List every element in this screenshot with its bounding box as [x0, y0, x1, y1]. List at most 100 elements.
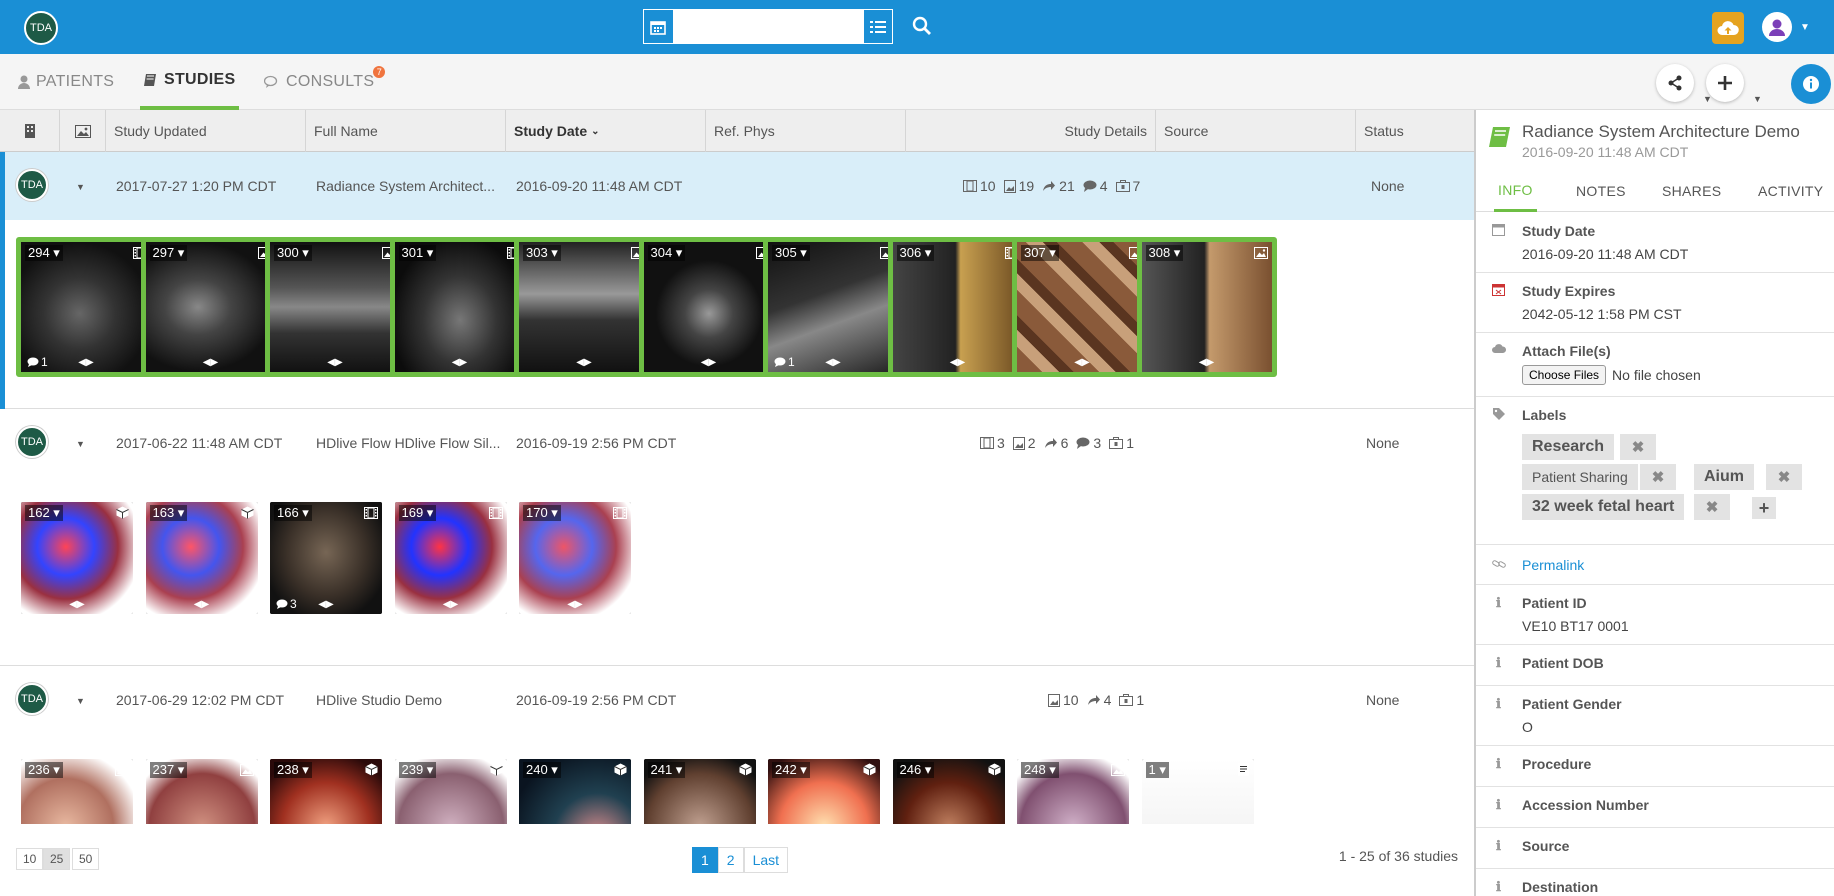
label-chip[interactable]: 32 week fetal heart — [1522, 494, 1685, 520]
arrows-horizontal-icon[interactable]: ◀▶ — [1074, 357, 1089, 368]
arrows-horizontal-icon[interactable]: ◀▶ — [78, 357, 93, 368]
choose-files-button[interactable]: Choose Files — [1522, 365, 1607, 385]
column-study-date[interactable]: Study Date ⌄ — [506, 110, 706, 152]
page-1[interactable]: 1 — [692, 847, 718, 873]
arrows-horizontal-icon[interactable]: ◀▶ — [327, 357, 342, 368]
remove-label-icon[interactable]: ✖ — [1766, 464, 1802, 490]
tab-consults[interactable]: CONSULTS 7 — [264, 54, 386, 110]
thumbnail[interactable]: 238 ▾ — [270, 759, 382, 824]
study-row[interactable]: TDA ▼ 2017-07-27 1:20 PM CDT Radiance Sy… — [0, 152, 1474, 409]
thumbnail[interactable]: 307 ▾ ◀▶ — [1012, 237, 1152, 377]
list-icon[interactable] — [862, 10, 892, 43]
thumbnail[interactable]: 162 ▾ ◀▶ — [21, 502, 133, 614]
column-study-updated[interactable]: Study Updated — [106, 110, 306, 152]
thumbnail[interactable]: 241 ▾ — [643, 759, 756, 824]
thumbnail[interactable]: 303 ▾ ◀▶ — [514, 237, 654, 377]
thumbnail[interactable]: 166 ▾ ◀▶ 3 — [270, 502, 382, 614]
chevron-down-icon[interactable]: ▼ — [76, 439, 85, 449]
chevron-down-icon[interactable]: ▼ — [1753, 94, 1762, 104]
arrows-horizontal-icon[interactable]: ◀▶ — [452, 357, 467, 368]
study-details: 10 19 21 4 7 — [963, 152, 1144, 220]
permalink-link[interactable]: Permalink — [1522, 557, 1584, 573]
arrows-horizontal-icon[interactable]: ◀▶ — [701, 357, 716, 368]
thumbnail[interactable]: 242 ▾ — [768, 759, 880, 824]
column-ref-phys[interactable]: Ref. Phys — [706, 110, 906, 152]
study-details: 3 2 6 3 1 — [980, 409, 1138, 477]
thumbnail[interactable]: 301 ▾ ◀▶ — [389, 237, 530, 377]
thumbnail[interactable]: 306 ▾ ◀▶ — [887, 237, 1028, 377]
thumbnail[interactable]: 308 ▾ ◀▶ — [1136, 237, 1277, 377]
arrows-horizontal-icon[interactable]: ◀▶ — [69, 599, 84, 610]
arrows-horizontal-icon[interactable]: ◀▶ — [567, 599, 582, 610]
user-icon — [18, 75, 30, 89]
page-size-10[interactable]: 10 — [16, 848, 44, 870]
thumbnail[interactable]: 248 ▾ — [1017, 759, 1129, 824]
thumbnail[interactable]: 163 ▾ ◀▶ — [145, 502, 258, 614]
page-size-50[interactable]: 50 — [72, 848, 100, 870]
add-button[interactable] — [1706, 64, 1744, 102]
thumbnail[interactable]: 300 ▾ ◀▶ — [265, 237, 405, 377]
user-avatar[interactable] — [1762, 12, 1792, 42]
thumbnail[interactable]: 237 ▾ — [145, 759, 258, 824]
thumbnail[interactable]: 239 ▾ — [394, 759, 507, 824]
add-label-icon[interactable]: + — [1752, 497, 1776, 519]
study-row[interactable]: TDA ▼ 2017-06-22 11:48 AM CDT HDlive Flo… — [0, 409, 1474, 666]
thumbnail[interactable]: 240 ▾ — [519, 759, 631, 824]
search-input[interactable] — [673, 10, 863, 43]
remove-label-icon[interactable]: ✖ — [1620, 434, 1656, 460]
tab-studies[interactable]: STUDIES — [140, 54, 240, 110]
tab-info[interactable]: INFO — [1494, 170, 1537, 212]
arrows-horizontal-icon[interactable]: ◀▶ — [950, 357, 965, 368]
image-icon — [1003, 179, 1016, 193]
label-chip[interactable]: Research — [1522, 434, 1615, 460]
tab-activity[interactable]: ACTIVITY — [1758, 170, 1823, 212]
label-chip[interactable]: Patient Sharing — [1522, 464, 1638, 490]
remove-label-icon[interactable]: ✖ — [1640, 464, 1676, 490]
arrows-horizontal-icon[interactable]: ◀▶ — [318, 599, 333, 610]
arrows-horizontal-icon[interactable]: ◀▶ — [443, 599, 458, 610]
page-size-25[interactable]: 25 — [43, 848, 71, 870]
arrows-horizontal-icon[interactable]: ◀▶ — [203, 357, 218, 368]
select-all-column[interactable] — [0, 110, 60, 152]
tab-notes[interactable]: NOTES — [1576, 170, 1626, 212]
share-button[interactable] — [1656, 64, 1694, 102]
chevron-down-icon[interactable]: ▼ — [76, 182, 85, 192]
arrows-horizontal-icon[interactable]: ◀▶ — [1199, 357, 1214, 368]
shares-count: 21 — [1059, 178, 1075, 194]
tab-patients[interactable]: PATIENTS — [18, 54, 114, 110]
remove-label-icon[interactable]: ✖ — [1694, 494, 1730, 520]
thumbnail[interactable]: 305 ▾ ◀▶ 1 — [763, 237, 903, 377]
column-status[interactable]: Status — [1356, 110, 1474, 152]
comment-icon — [1083, 180, 1097, 192]
thumbnail-image — [145, 242, 276, 372]
thumbnail[interactable]: 294 ▾ ◀▶ 1 — [16, 237, 156, 377]
column-source[interactable]: Source — [1156, 110, 1356, 152]
arrows-horizontal-icon[interactable]: ◀▶ — [825, 357, 840, 368]
share-arrow-icon — [1087, 695, 1100, 705]
thumbnail[interactable]: 1 ▾ — [1141, 759, 1254, 824]
calendar-icon[interactable] — [644, 10, 674, 43]
column-full-name[interactable]: Full Name — [306, 110, 506, 152]
thumbnail[interactable]: 169 ▾ ◀▶ — [394, 502, 507, 614]
info-button[interactable] — [1791, 64, 1831, 104]
upload-button[interactable] — [1712, 12, 1744, 44]
app-logo[interactable]: TDA — [24, 11, 58, 45]
arrows-horizontal-icon[interactable]: ◀▶ — [576, 357, 591, 368]
page-last[interactable]: Last — [743, 847, 789, 873]
page-2[interactable]: 2 — [717, 847, 744, 873]
column-study-details[interactable]: Study Details — [906, 110, 1156, 152]
study-row[interactable]: TDA ▼ 2017-06-29 12:02 PM CDT HDlive Stu… — [0, 666, 1474, 824]
arrows-horizontal-icon[interactable]: ◀▶ — [194, 599, 209, 610]
thumbnail[interactable]: 304 ▾ ◀▶ — [638, 237, 779, 377]
search-icon[interactable] — [912, 16, 932, 39]
info-icon: ℹ — [1496, 879, 1501, 894]
chevron-down-icon[interactable]: ▼ — [1800, 22, 1810, 33]
tab-shares[interactable]: SHARES — [1662, 170, 1721, 212]
chevron-down-icon[interactable]: ▼ — [76, 696, 85, 706]
thumbnail[interactable]: 236 ▾ — [21, 759, 133, 824]
label-chip[interactable]: Aium — [1694, 464, 1754, 490]
thumbnails-toggle[interactable] — [60, 110, 106, 152]
thumbnail[interactable]: 246 ▾ — [892, 759, 1005, 824]
thumbnail[interactable]: 297 ▾ ◀▶ — [140, 237, 281, 377]
thumbnail[interactable]: 170 ▾ ◀▶ — [519, 502, 631, 614]
